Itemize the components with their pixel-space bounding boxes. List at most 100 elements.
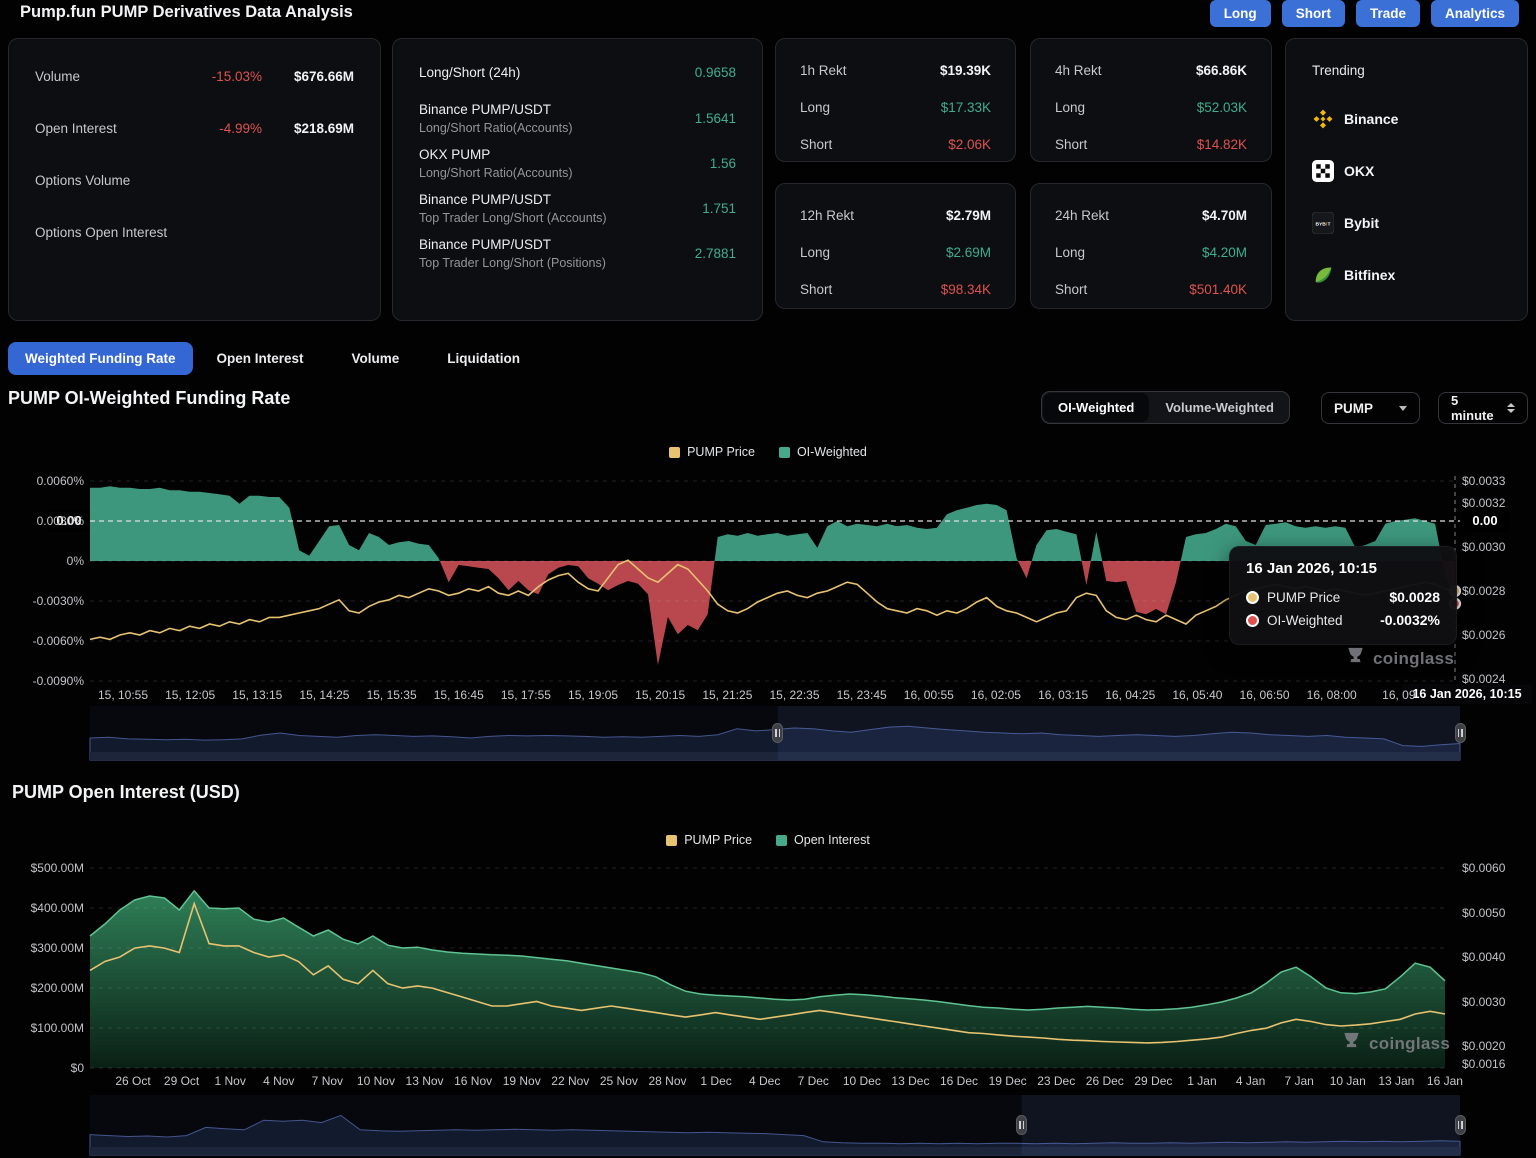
- ratio-title: OKX PUMP: [419, 147, 573, 162]
- rekt-total-value: $19.39K: [940, 63, 991, 78]
- y-axis-tick: $0.0030: [1462, 540, 1505, 554]
- crosshair-date-badge: 16 Jan 2026, 10:15: [1402, 684, 1532, 704]
- legend-item[interactable]: PUMP Price: [666, 833, 752, 847]
- stat-value: $218.69M: [262, 121, 354, 136]
- x-axis-tick: 16, 08:00: [1307, 688, 1357, 702]
- tab-weighted-funding-rate[interactable]: Weighted Funding Rate: [8, 342, 193, 375]
- bitfinex-icon: [1312, 264, 1334, 286]
- derivatives-dashboard: Pump.fun PUMP Derivatives Data Analysis …: [0, 0, 1536, 1158]
- stat-label: Volume: [35, 69, 170, 84]
- navigator-handle[interactable]: [772, 723, 783, 743]
- tooltip-series-value: -0.0032%: [1380, 612, 1440, 628]
- stat-label: Options Volume: [35, 173, 170, 188]
- trade-button[interactable]: Trade: [1356, 0, 1420, 27]
- trending-item-bitfinex[interactable]: Bitfinex: [1312, 264, 1527, 286]
- x-axis-tick: 13 Dec: [891, 1074, 929, 1088]
- x-axis-tick: 10 Jan: [1330, 1074, 1366, 1088]
- rekt-long-value: $17.33K: [941, 100, 991, 115]
- x-axis-tick: 1 Nov: [214, 1074, 245, 1088]
- tab-volume[interactable]: Volume: [328, 342, 424, 375]
- x-axis-tick: 29 Dec: [1134, 1074, 1172, 1088]
- rekt-long-label: Long: [800, 100, 941, 115]
- exchange-name: OKX: [1344, 163, 1374, 179]
- x-axis-tick: 16 Nov: [454, 1074, 492, 1088]
- y-axis-tick: $200.00M: [4, 981, 84, 995]
- tab-liquidation[interactable]: Liquidation: [423, 342, 544, 375]
- x-axis-tick: 15, 23:45: [837, 688, 887, 702]
- y-axis-tick: $0.0024: [1462, 672, 1505, 686]
- trending-item-okx[interactable]: OKX: [1312, 160, 1527, 182]
- x-axis-tick: 10 Nov: [357, 1074, 395, 1088]
- coinglass-logo-icon: [1346, 646, 1365, 671]
- navigator-handle[interactable]: [1016, 1115, 1027, 1135]
- legend-item[interactable]: Open Interest: [776, 833, 870, 847]
- rekt-long-value: $52.03K: [1197, 100, 1247, 115]
- navigator-handle[interactable]: [1455, 723, 1466, 743]
- rekt-short-value: $14.82K: [1197, 137, 1247, 152]
- y-axis-tick: $0.0033: [1462, 474, 1505, 488]
- coinglass-watermark: coinglass: [1342, 1031, 1450, 1056]
- rekt-long-label: Long: [800, 245, 946, 260]
- interval-select-value: 5 minute: [1451, 393, 1498, 423]
- tooltip-series-label: PUMP Price: [1267, 590, 1340, 605]
- ratio-pair-label: Long/Short (24h): [419, 65, 520, 80]
- y-axis-tick: -0.0060%: [4, 634, 84, 648]
- toggle-oi-weighted[interactable]: OI-Weighted: [1043, 393, 1149, 422]
- rekt-long-row: Long$17.33K: [800, 98, 991, 117]
- ratio-subtitle: Top Trader Long/Short (Accounts): [419, 211, 607, 225]
- symbol-select[interactable]: PUMP: [1321, 392, 1420, 424]
- legend-swatch: [776, 835, 787, 846]
- x-axis-tick: 13 Jan: [1378, 1074, 1414, 1088]
- rekt-long-value: $4.20M: [1202, 245, 1247, 260]
- exchange-name: Bybit: [1344, 215, 1379, 231]
- y-axis-tick: -0.0090%: [4, 674, 84, 688]
- short-button[interactable]: Short: [1282, 0, 1345, 27]
- oi-chart-legend: PUMP Price Open Interest: [0, 833, 1536, 847]
- legend-item[interactable]: PUMP Price: [669, 445, 755, 459]
- x-axis-tick: 26 Oct: [115, 1074, 150, 1088]
- rekt-long-label: Long: [1055, 245, 1202, 260]
- ratio-value: 0.9658: [695, 65, 736, 80]
- svg-text:BYB!T: BYB!T: [1315, 221, 1330, 227]
- header-actions: Long Short Trade Analytics: [1210, 0, 1519, 27]
- stat-row: Options Open Interest: [35, 223, 354, 242]
- tooltip-series-label: OI-Weighted: [1267, 613, 1343, 628]
- trending-item-bybit[interactable]: BYB!T Bybit: [1312, 212, 1527, 234]
- legend-label: Open Interest: [794, 833, 870, 847]
- rekt-1h-panel: 1h Rekt$19.39KLong$17.33KShort$2.06K: [775, 38, 1016, 162]
- ratio-subtitle: Top Trader Long/Short (Positions): [419, 256, 606, 270]
- funding-current-left-badge: 0.00: [48, 509, 90, 532]
- stat-label: Open Interest: [35, 121, 170, 136]
- analytics-button[interactable]: Analytics: [1431, 0, 1519, 27]
- tab-open-interest[interactable]: Open Interest: [193, 342, 328, 375]
- ratio-title: Binance PUMP/USDT: [419, 102, 573, 117]
- x-axis-tick: 25 Nov: [600, 1074, 638, 1088]
- x-axis-tick: 15, 15:35: [367, 688, 417, 702]
- rekt-long-row: Long$52.03K: [1055, 98, 1247, 117]
- interval-select[interactable]: 5 minute: [1438, 392, 1528, 424]
- rekt-long-label: Long: [1055, 100, 1197, 115]
- tooltip-series-dot: [1246, 614, 1259, 627]
- tooltip-series-value: $0.0028: [1389, 589, 1440, 605]
- toggle-volume-weighted[interactable]: Volume-Weighted: [1150, 392, 1289, 423]
- x-axis-tick: 16, 04:25: [1105, 688, 1155, 702]
- rekt-period-label: 12h Rekt: [800, 208, 946, 223]
- x-axis-tick: 16, 06:50: [1240, 688, 1290, 702]
- ratio-pair-label: Binance PUMP/USDTTop Trader Long/Short (…: [419, 237, 606, 270]
- rekt-12h-panel: 12h Rekt$2.79MLong$2.69MShort$98.34K: [775, 183, 1016, 309]
- long-button[interactable]: Long: [1210, 0, 1271, 27]
- rekt-total-row: 4h Rekt$66.86K: [1055, 61, 1247, 80]
- rekt-24h-panel: 24h Rekt$4.70MLong$4.20MShort$501.40K: [1030, 183, 1272, 309]
- navigator-handle[interactable]: [1455, 1115, 1466, 1135]
- x-axis-tick: 10 Dec: [843, 1074, 881, 1088]
- okx-icon: [1312, 160, 1334, 182]
- funding-chart-legend: PUMP Price OI-Weighted: [0, 445, 1536, 459]
- rekt-short-row: Short$2.06K: [800, 135, 991, 154]
- trending-item-binance[interactable]: Binance: [1312, 108, 1527, 130]
- legend-item[interactable]: OI-Weighted: [779, 445, 867, 459]
- x-axis-tick: 15, 17:55: [501, 688, 551, 702]
- chevron-down-icon: [1399, 406, 1407, 411]
- x-axis-tick: 15, 14:25: [299, 688, 349, 702]
- x-axis-tick: 16 Dec: [940, 1074, 978, 1088]
- x-axis-tick: 1 Jan: [1187, 1074, 1216, 1088]
